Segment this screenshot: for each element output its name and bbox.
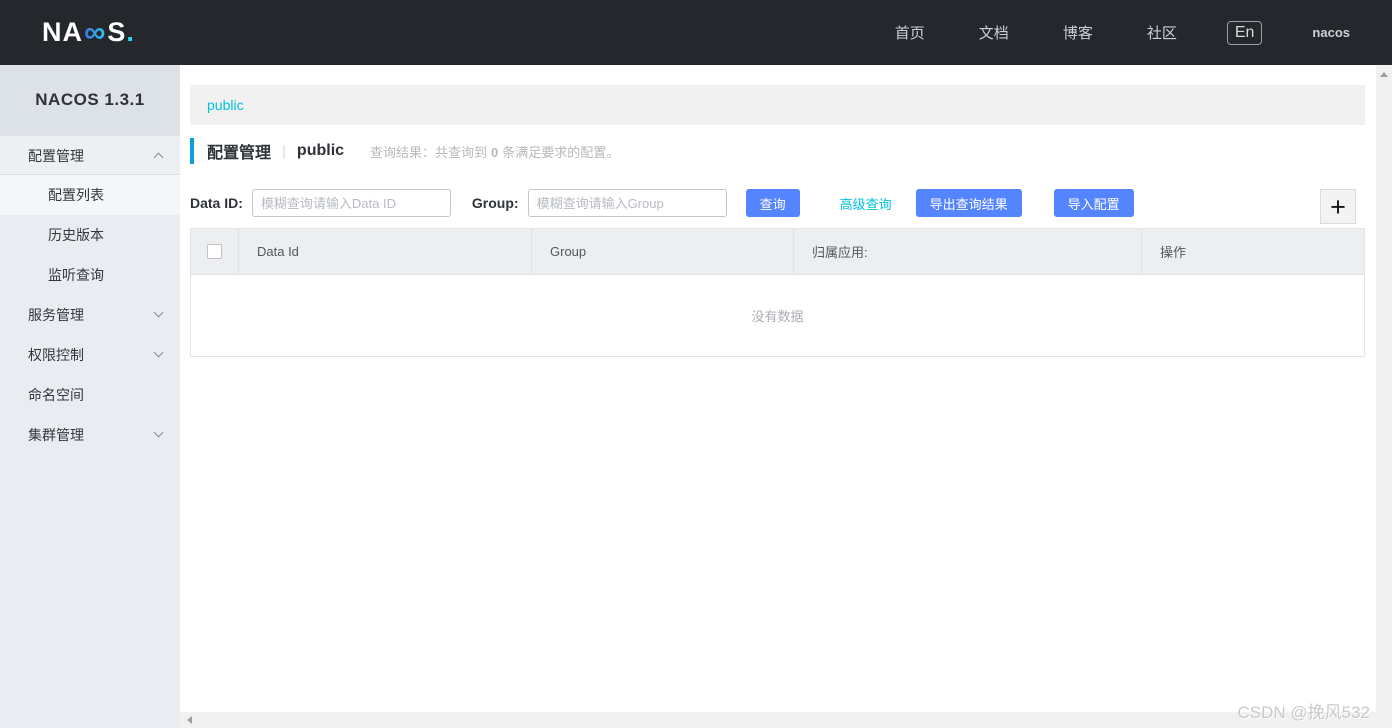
sidebar-item-label: 配置列表 xyxy=(48,187,104,203)
chevron-up-icon xyxy=(153,152,164,163)
sidebar-item-history-versions[interactable]: 历史版本 xyxy=(0,215,180,255)
current-namespace-name: public xyxy=(296,142,345,159)
sidebar-item-cluster-management[interactable]: 集群管理 xyxy=(0,415,180,455)
nav-community-link[interactable]: 社区 xyxy=(1147,22,1177,43)
sidebar-item-listener-query[interactable]: 监听查询 xyxy=(0,255,180,295)
sidebar-item-permission-control[interactable]: 权限控制 xyxy=(0,335,180,375)
empty-state-text: 没有数据 xyxy=(751,309,804,324)
query-form: Data ID: Group: 查询 高级查询 导出查询结果 导入配置 xyxy=(190,185,1365,221)
sidebar-item-label: 配置管理 xyxy=(28,148,84,164)
horizontal-scrollbar[interactable] xyxy=(180,712,1376,728)
sidebar-item-label: 历史版本 xyxy=(48,227,104,243)
select-all-checkbox[interactable] xyxy=(207,244,222,259)
nav-blog-link[interactable]: 博客 xyxy=(1063,22,1093,43)
page-title: 配置管理 xyxy=(207,145,272,162)
import-config-button[interactable]: 导入配置 xyxy=(1053,189,1134,217)
export-results-button[interactable]: 导出查询结果 xyxy=(915,189,1022,217)
group-label: Group: xyxy=(471,195,519,211)
sidebar-version-title: NACOS 1.3.1 xyxy=(0,65,180,135)
query-result-prefix: 查询结果：共查询到 xyxy=(370,144,488,160)
page-title-row: 配置管理 | public 查询结果：共查询到 0 条满足要求的配置。 xyxy=(190,136,1365,166)
data-id-label: Data ID: xyxy=(190,195,243,211)
query-result-text: 查询结果：共查询到 0 条满足要求的配置。 xyxy=(370,142,619,161)
top-nav: 首页 文档 博客 社区 En nacos xyxy=(841,20,1350,45)
logo-infinity-icon: ∞ xyxy=(84,15,107,49)
nav-home-link[interactable]: 首页 xyxy=(895,22,925,43)
sidebar-item-label: 监听查询 xyxy=(48,267,104,283)
table-header-group: Group xyxy=(531,229,793,274)
namespace-tab-public[interactable]: public xyxy=(207,97,244,113)
sidebar-menu: 配置管理 配置列表 历史版本 监听查询 服务管理 权限控制 命名空间 集群管理 xyxy=(0,135,180,455)
logo-dot: . xyxy=(126,17,135,47)
nacos-logo[interactable]: NA ∞ S. xyxy=(42,17,135,48)
sidebar-item-config-management[interactable]: 配置管理 xyxy=(0,135,180,175)
logo-text-na: NA xyxy=(42,17,83,47)
table-header-application: 归属应用: xyxy=(793,229,1141,274)
sidebar-item-service-management[interactable]: 服务管理 xyxy=(0,295,180,335)
config-table: Data Id Group 归属应用: 操作 没有数据 xyxy=(190,228,1365,357)
chevron-down-icon xyxy=(153,307,164,318)
sidebar-item-label: 集群管理 xyxy=(28,427,84,443)
table-header-row: Data Id Group 归属应用: 操作 xyxy=(190,228,1365,275)
chevron-down-icon xyxy=(153,427,164,438)
language-toggle-button[interactable]: En xyxy=(1226,20,1263,45)
scroll-up-icon[interactable] xyxy=(1380,72,1388,77)
scroll-left-icon[interactable] xyxy=(187,716,192,724)
table-header-operations: 操作 xyxy=(1141,229,1364,274)
add-config-button[interactable]: + xyxy=(1320,189,1356,224)
username-menu[interactable]: nacos xyxy=(1312,25,1350,40)
table-header-checkbox-cell xyxy=(191,229,238,274)
group-input[interactable] xyxy=(527,189,727,217)
advanced-query-link[interactable]: 高级查询 xyxy=(840,194,892,213)
vertical-scrollbar[interactable] xyxy=(1376,65,1392,728)
sidebar-item-namespace[interactable]: 命名空间 xyxy=(0,375,180,415)
query-button[interactable]: 查询 xyxy=(745,189,800,217)
sidebar-item-label: 权限控制 xyxy=(28,347,84,363)
sidebar: NACOS 1.3.1 配置管理 配置列表 历史版本 监听查询 服务管理 权限控… xyxy=(0,65,180,728)
sidebar-item-config-list[interactable]: 配置列表 xyxy=(0,175,180,215)
query-result-count: 0 xyxy=(491,144,499,160)
table-empty-state: 没有数据 xyxy=(190,275,1365,357)
table-header-data-id: Data Id xyxy=(238,229,531,274)
namespace-tab-bar: public xyxy=(190,85,1365,125)
sidebar-item-label: 服务管理 xyxy=(28,307,84,323)
query-result-suffix: 条满足要求的配置。 xyxy=(502,144,620,160)
title-accent-bar xyxy=(190,138,194,164)
logo-text-s: S xyxy=(107,17,127,47)
top-bar: NA ∞ S. 首页 文档 博客 社区 En nacos xyxy=(0,0,1392,65)
title-separator: | xyxy=(282,142,286,160)
data-id-input[interactable] xyxy=(251,189,451,217)
chevron-down-icon xyxy=(153,347,164,358)
nav-docs-link[interactable]: 文档 xyxy=(979,22,1009,43)
sidebar-item-label: 命名空间 xyxy=(28,387,84,403)
